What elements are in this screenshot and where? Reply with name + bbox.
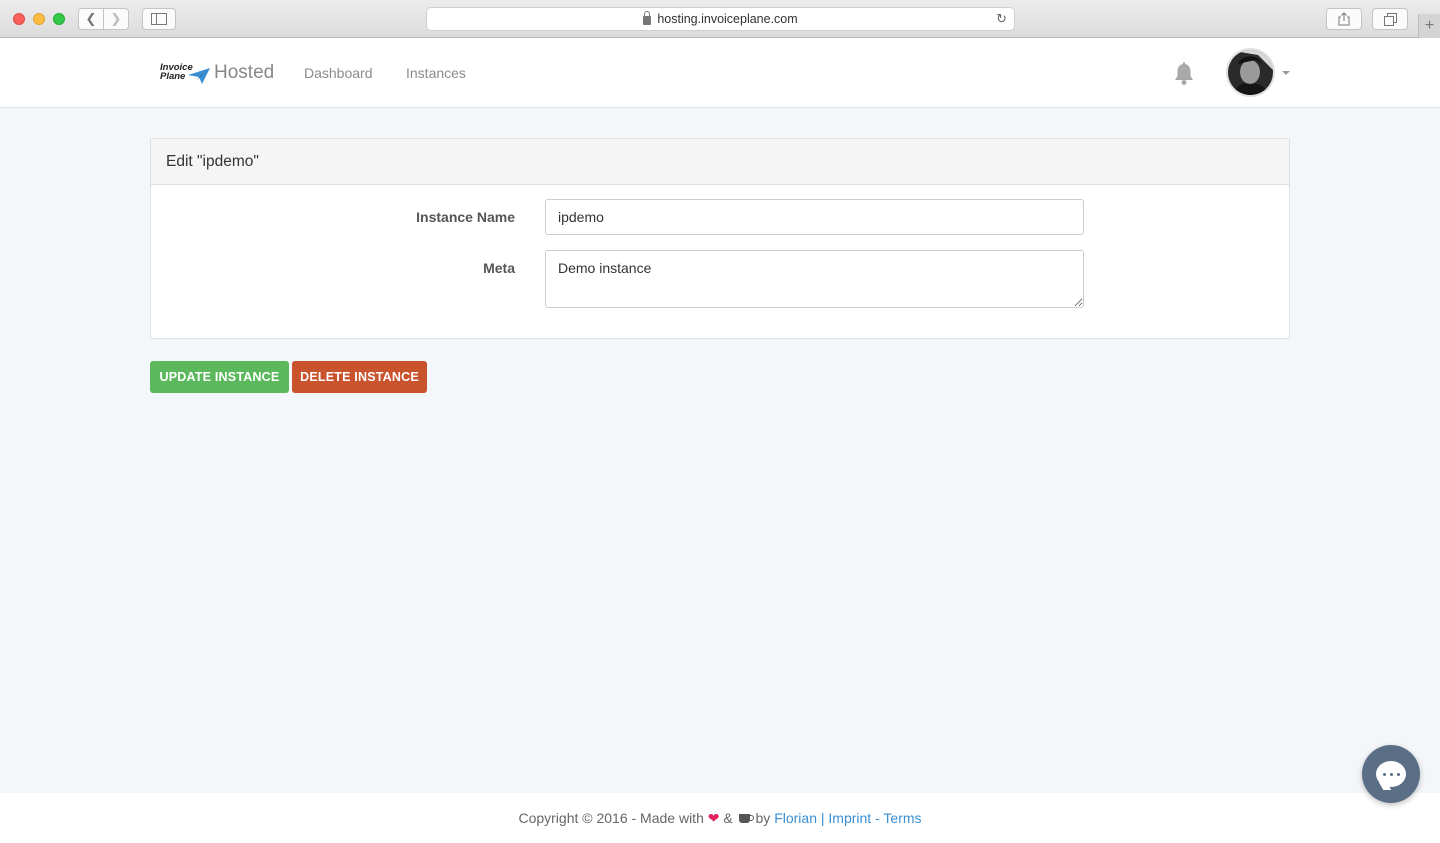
terms-link[interactable]: Terms [883, 810, 921, 826]
sidebar-icon [151, 13, 167, 25]
nav-dashboard[interactable]: Dashboard [304, 65, 373, 81]
zoom-window-button[interactable] [53, 13, 65, 25]
url-text: hosting.invoiceplane.com [657, 12, 798, 26]
show-tabs-button[interactable] [1372, 8, 1408, 30]
reload-icon[interactable]: ↻ [996, 11, 1007, 27]
lock-icon [643, 10, 652, 25]
footer-separator: | [820, 810, 825, 826]
delete-instance-button[interactable]: DELETE INSTANCE [292, 361, 427, 393]
imprint-link[interactable]: Imprint [828, 810, 871, 826]
share-button[interactable] [1326, 8, 1362, 30]
app-navbar: Invoice Plane Hosted Dashboard Instances [0, 38, 1440, 108]
browser-toolbar: ❮ ❯ hosting.invoiceplane.com ↻ + [0, 0, 1440, 38]
update-instance-button[interactable]: UPDATE INSTANCE [150, 361, 289, 393]
heart-icon: ❤ [707, 810, 720, 826]
close-window-button[interactable] [13, 13, 25, 25]
brand-name[interactable]: Hosted [214, 62, 274, 84]
user-menu-caret-icon[interactable] [1282, 71, 1290, 75]
coffee-icon [738, 814, 754, 823]
author-link[interactable]: Florian [774, 810, 817, 826]
nav-instances[interactable]: Instances [406, 65, 466, 81]
new-tab-button[interactable]: + [1418, 14, 1440, 38]
back-button[interactable]: ❮ [78, 8, 104, 30]
edit-instance-panel: Edit "ipdemo" Instance Name Meta Demo in… [150, 138, 1290, 339]
copyright-text: Copyright © 2016 - Made with [518, 810, 704, 826]
meta-label: Meta [483, 260, 515, 276]
footer: Copyright © 2016 - Made with ❤ & by Flor… [0, 793, 1440, 843]
tabs-icon [1383, 12, 1397, 26]
user-avatar[interactable] [1226, 48, 1275, 97]
invoiceplane-logo[interactable]: Invoice Plane [158, 63, 210, 85]
instance-name-input[interactable] [545, 199, 1084, 235]
forward-button[interactable]: ❯ [103, 8, 129, 30]
instance-name-label: Instance Name [416, 209, 515, 225]
chevron-left-icon: ❮ [85, 11, 97, 26]
by-text: by [755, 810, 771, 826]
footer-dash: - [875, 810, 880, 826]
meta-textarea[interactable]: Demo instance [545, 250, 1084, 308]
address-bar[interactable]: hosting.invoiceplane.com ↻ [426, 7, 1015, 31]
notifications-bell-icon[interactable] [1173, 62, 1195, 86]
plus-icon: + [1424, 17, 1435, 34]
sidebar-toggle-button[interactable] [142, 8, 176, 30]
share-icon [1338, 12, 1350, 26]
chat-widget-button[interactable] [1362, 745, 1420, 803]
panel-title: Edit "ipdemo" [151, 139, 1289, 185]
minimize-window-button[interactable] [33, 13, 45, 25]
chevron-right-icon: ❯ [110, 11, 122, 26]
paper-plane-icon [188, 68, 210, 84]
chat-bubble-icon [1376, 761, 1406, 787]
ampersand: & [723, 810, 733, 826]
